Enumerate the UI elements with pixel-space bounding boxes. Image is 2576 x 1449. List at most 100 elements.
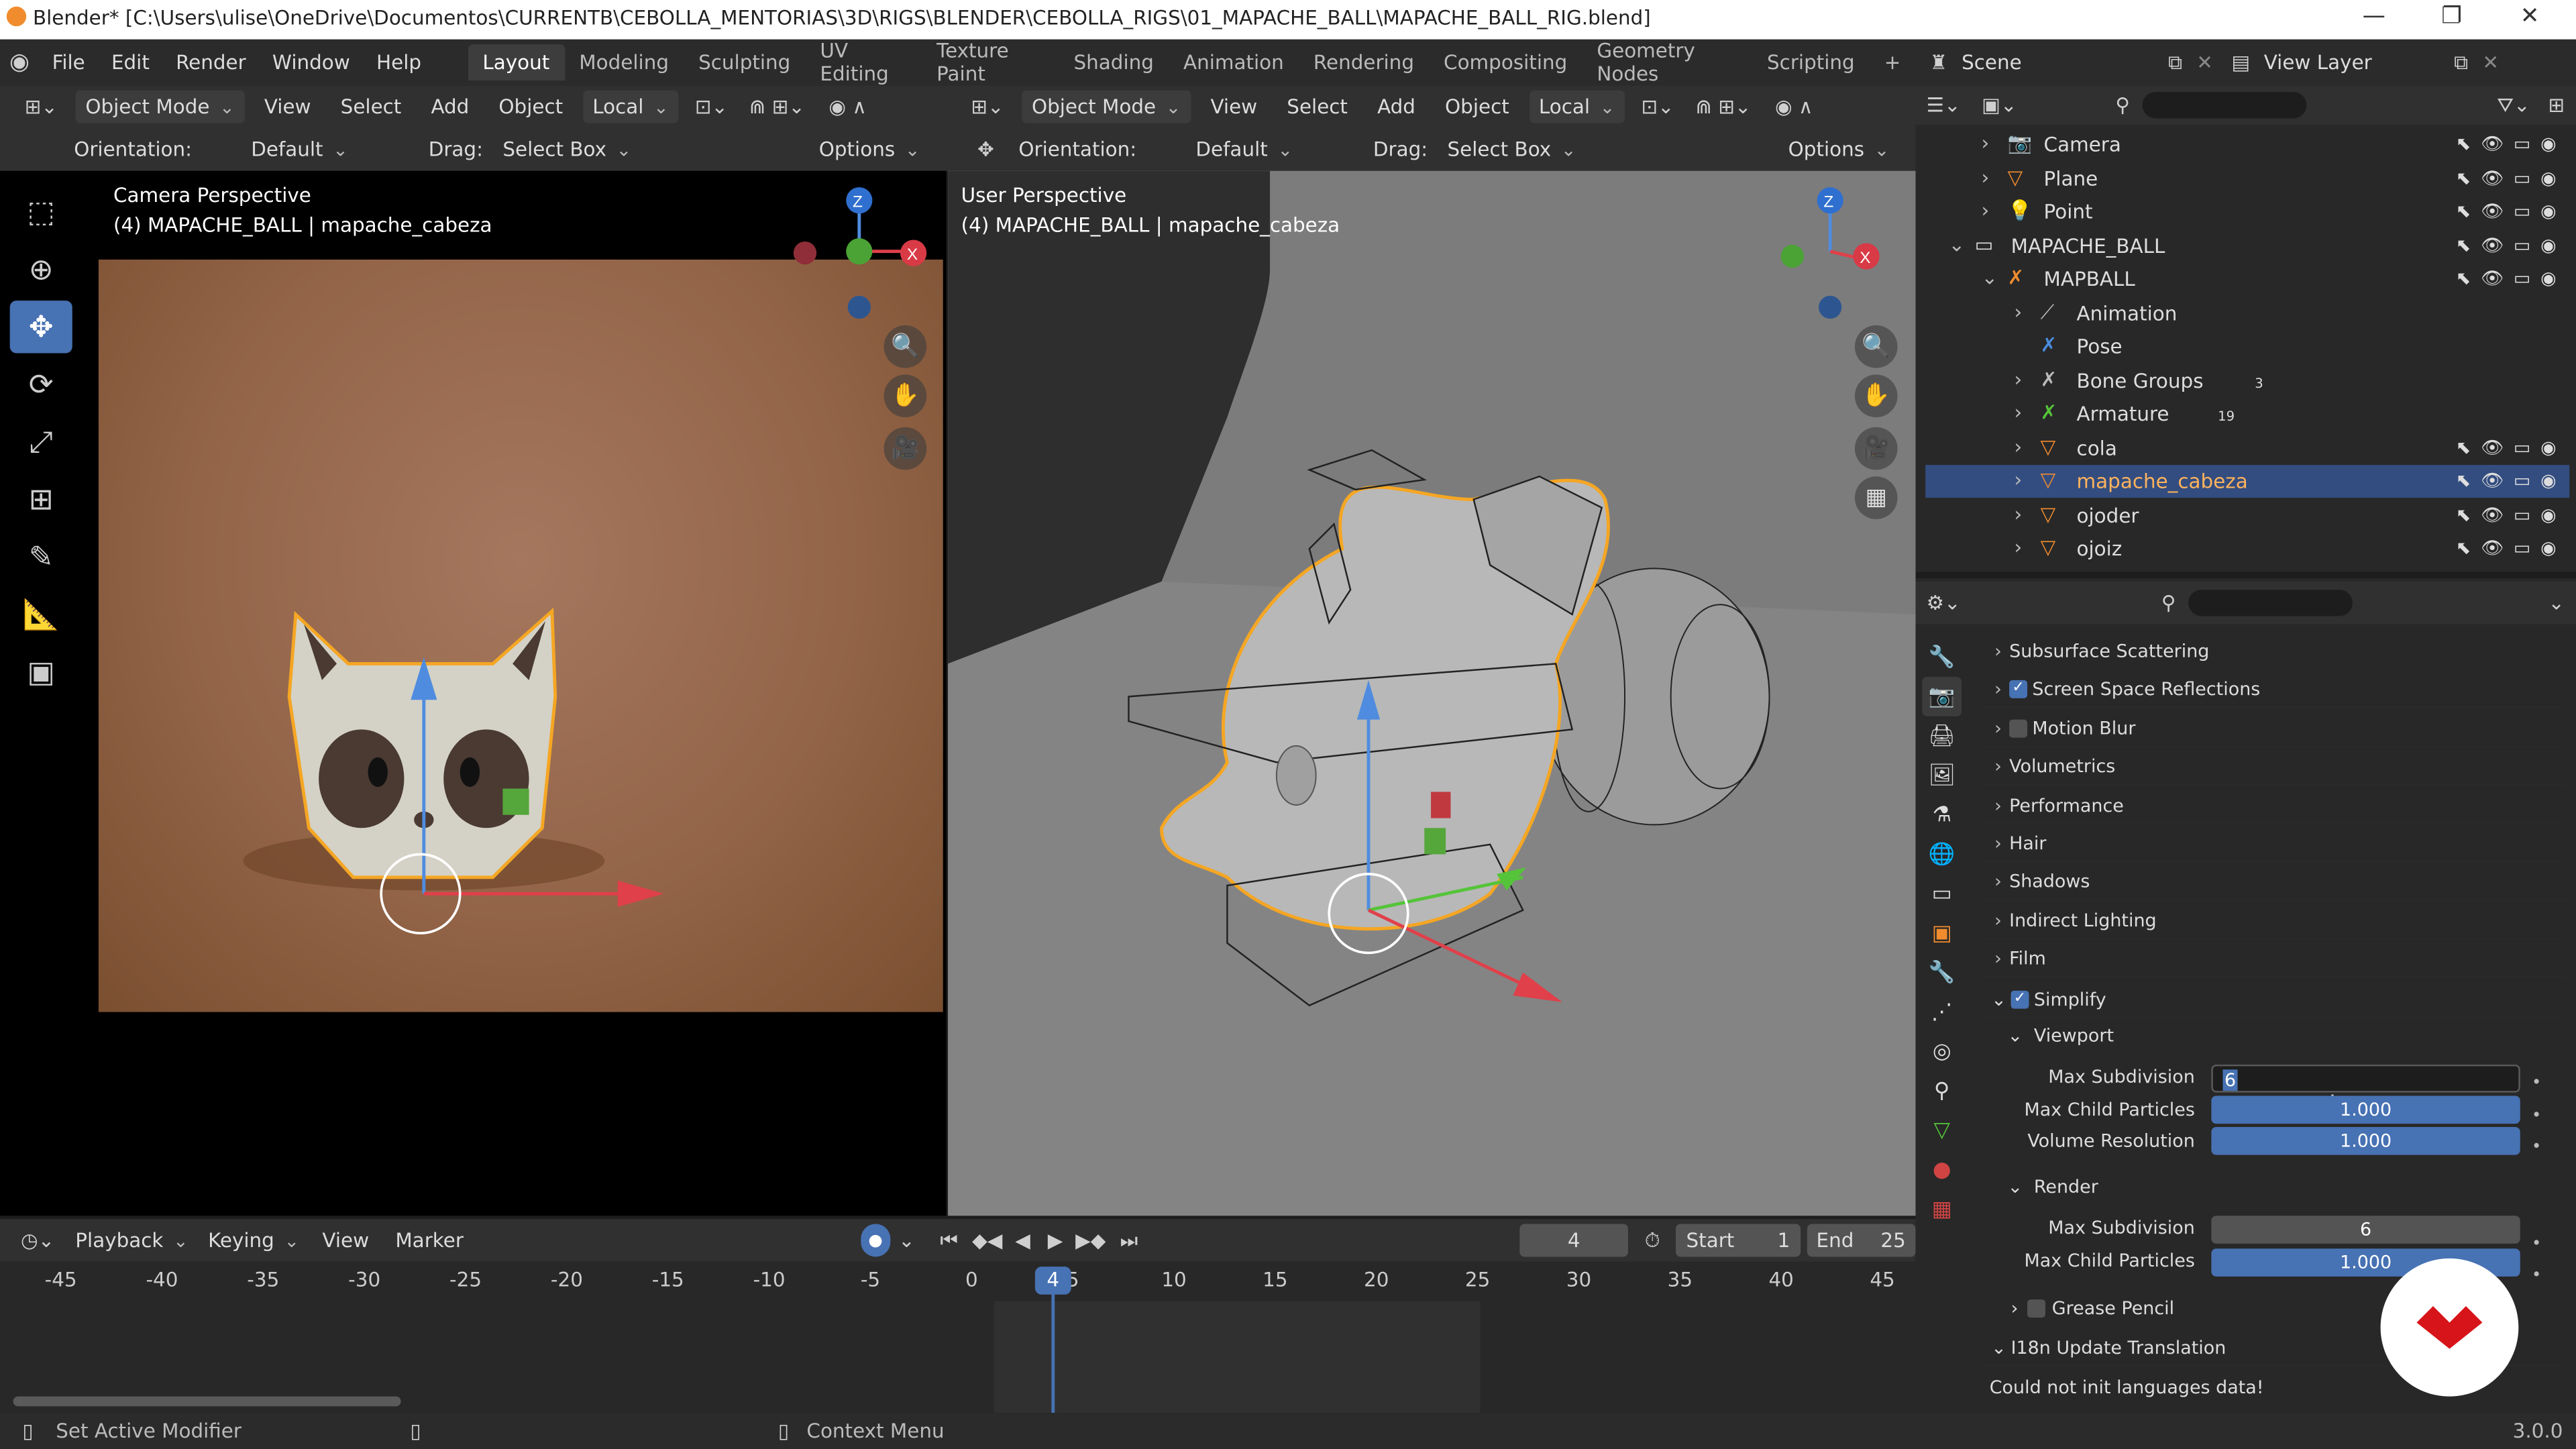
properties-section[interactable]: › Hair (1981, 826, 2567, 863)
select-arrow-icon[interactable]: ⬉ (2456, 167, 2471, 189)
end-frame-field[interactable]: End 25 (1806, 1224, 1916, 1257)
simplify-checkbox[interactable]: ✓ (2010, 990, 2029, 1009)
select-arrow-icon[interactable]: ⬉ (2456, 436, 2471, 458)
monitor-icon[interactable]: ▭ (2514, 470, 2530, 491)
zoom-icon[interactable]: 🔍 (1854, 325, 1898, 368)
camera-render-icon[interactable]: ◉ (2540, 436, 2557, 458)
chevron-right-icon[interactable]: › (1981, 131, 1989, 154)
render-max-subdivision-input[interactable]: 6 (2211, 1216, 2520, 1244)
tab-shading[interactable]: Shading (1059, 44, 1168, 80)
monitor-icon[interactable]: ▭ (2514, 201, 2530, 222)
eye-icon[interactable]: 👁 (2481, 268, 2504, 289)
play-reverse-icon[interactable]: ◀ (1010, 1229, 1036, 1252)
filter-icon[interactable]: ⛛⌄ (2491, 93, 2537, 117)
outliner-row[interactable]: ⌄ ✗ MAPBALL ⬉ 👁 ▭ ◉ (1925, 263, 2569, 296)
select-menu[interactable]: Select (1277, 95, 1358, 118)
tab-layout[interactable]: Layout (468, 44, 565, 81)
snap-icon[interactable]: ⋒ ⊞⌄ (744, 95, 810, 118)
pan-hand-icon[interactable]: ✋ (883, 374, 927, 418)
view-layer-name[interactable]: View Layer (2264, 51, 2445, 74)
camera-render-icon[interactable]: ◉ (2540, 268, 2557, 289)
properties-search-input[interactable] (2188, 590, 2353, 616)
constraints-tab-icon[interactable]: ⚲ (1922, 1071, 1962, 1111)
tab-rendering[interactable]: Rendering (1299, 44, 1429, 80)
material-tab-icon[interactable]: ● (1922, 1150, 1962, 1189)
outliner-row[interactable]: › 📷 Camera ⬉ 👁 ▭ ◉ (1925, 128, 2569, 161)
particles-tab-icon[interactable]: ⋰ (1922, 992, 1962, 1032)
add-menu[interactable]: Add (421, 95, 479, 118)
options-dropdown[interactable]: Options (809, 133, 930, 166)
tab-animation[interactable]: Animation (1169, 44, 1299, 80)
section-checkbox[interactable] (2009, 719, 2028, 738)
timeline-area[interactable] (0, 1261, 1916, 1413)
camera-render-icon[interactable]: ◉ (2540, 504, 2557, 525)
drag-dropdown[interactable]: Select Box (492, 133, 641, 166)
properties-section[interactable]: › Shadows (1981, 865, 2567, 902)
camera-render-icon[interactable]: ◉ (2540, 167, 2557, 189)
minimize-button[interactable]: — (2363, 3, 2385, 30)
marker-menu[interactable]: Marker (386, 1229, 474, 1252)
new-scene-icon[interactable]: ⧉ (2159, 50, 2192, 75)
ortho-grid-icon[interactable]: ▦ (1854, 476, 1898, 519)
new-view-layer-icon[interactable]: ⧉ (2445, 50, 2477, 75)
object-tab-icon[interactable]: ▣ (1922, 914, 1962, 953)
view-menu[interactable]: View (313, 1229, 379, 1252)
outliner-search-input[interactable] (2142, 92, 2307, 119)
navigation-gizmo[interactable]: Z X (789, 184, 936, 331)
outliner-row[interactable]: › ✗ Armature 19 (1925, 398, 2569, 431)
start-frame-field[interactable]: Start 1 (1676, 1224, 1801, 1257)
properties-section[interactable]: › Indirect Lighting (1981, 903, 2567, 940)
proportional-edit-icon[interactable]: ◉ ∧ (1766, 95, 1822, 118)
properties-section[interactable]: › Film (1981, 942, 2567, 978)
menu-edit[interactable]: Edit (98, 44, 162, 80)
chevron-right-icon[interactable]: › (1981, 199, 1989, 221)
maximize-button[interactable]: ❐ (2441, 3, 2462, 30)
camera-render-icon[interactable]: ◉ (2540, 234, 2557, 256)
render-subsection[interactable]: ⌄ Render (1981, 1170, 2566, 1206)
menu-window[interactable]: Window (259, 44, 363, 80)
properties-editor-icon[interactable]: ⚙⌄ (1916, 592, 1972, 614)
navigation-gizmo[interactable]: Z X (1760, 184, 1907, 331)
keying-options-icon[interactable]: ⌄ (896, 1229, 916, 1252)
tab-geometry-nodes[interactable]: Geometry Nodes (1582, 40, 1752, 86)
record-overlay-button[interactable] (2380, 1258, 2519, 1397)
select-arrow-icon[interactable]: ⬉ (2456, 201, 2471, 222)
editor-type-icon[interactable]: ⊞⌄ (16, 95, 65, 118)
chevron-right-icon[interactable]: › (2014, 435, 2022, 458)
outliner-row[interactable]: ✗ Pose (1925, 330, 2569, 363)
select-arrow-icon[interactable]: ⬉ (2456, 537, 2471, 559)
scene-tab-icon[interactable]: ⚗ (1922, 795, 1962, 835)
annotate-tool-icon[interactable]: ✎ (10, 531, 72, 583)
outliner-editor-icon[interactable]: ☰⌄ (1916, 94, 1972, 117)
new-collection-icon[interactable]: ⊞ (2536, 94, 2576, 117)
object-mode-dropdown[interactable]: Object Mode (1022, 90, 1191, 123)
timeline-scrollbar[interactable] (13, 1396, 401, 1407)
monitor-icon[interactable]: ▭ (2514, 436, 2530, 458)
close-window-button[interactable]: ✕ (2520, 3, 2540, 30)
menu-render[interactable]: Render (162, 44, 259, 80)
proportional-edit-icon[interactable]: ◉ ∧ (820, 95, 875, 118)
select-menu[interactable]: Select (331, 95, 411, 118)
view-layer-icon[interactable]: ▤ (2218, 51, 2264, 74)
camera-render-icon[interactable]: ◉ (2540, 537, 2557, 559)
outliner-row[interactable]: › ▽ Plane ⬉ 👁 ▭ ◉ (1925, 162, 2569, 195)
transform-tool-icon[interactable]: ⊞ (10, 473, 72, 525)
play-icon[interactable]: ▶ (1042, 1229, 1069, 1252)
snap-icon[interactable]: ⋒ ⊞⌄ (1690, 95, 1756, 118)
options-dropdown[interactable]: Options (1778, 133, 1900, 166)
playhead-marker[interactable]: 4 (1034, 1267, 1071, 1295)
chevron-right-icon[interactable]: › (2014, 502, 2022, 525)
zoom-icon[interactable]: 🔍 (883, 325, 927, 368)
simplify-section[interactable]: ⌄ ✓ Simplify (1981, 983, 2567, 1019)
monitor-icon[interactable]: ▭ (2514, 504, 2530, 525)
chevron-right-icon[interactable]: › (2014, 367, 2022, 390)
camera-view-icon[interactable]: 🎥 (883, 427, 927, 470)
eye-icon[interactable]: 👁 (2481, 167, 2504, 189)
keying-menu[interactable]: Keying (201, 1229, 306, 1252)
display-mode-icon[interactable]: ▣⌄ (1972, 94, 2027, 117)
select-arrow-icon[interactable]: ⬉ (2456, 504, 2471, 525)
cursor-tool-icon[interactable]: ⊕ (10, 243, 72, 295)
move-tool-icon[interactable]: ✥ (9, 301, 72, 354)
outliner-row[interactable]: › 💡 Point ⬉ 👁 ▭ ◉ (1925, 195, 2569, 228)
properties-section[interactable]: › Performance (1981, 788, 2567, 824)
